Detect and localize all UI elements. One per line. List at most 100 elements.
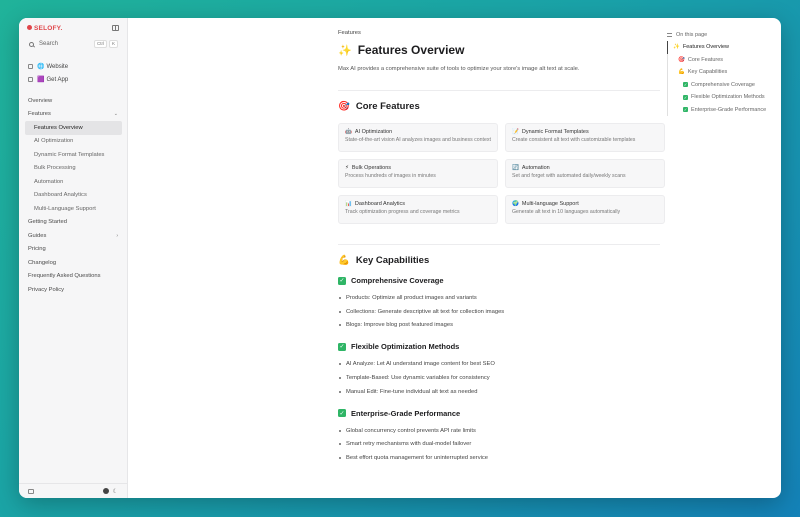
card-title-text: Dynamic Format Templates — [521, 129, 589, 135]
card-title: 📊 Dashboard Analytics — [345, 201, 491, 207]
card-title: ⚡ Bulk Operations — [345, 165, 491, 171]
sidebar-item-faq[interactable]: Frequently Asked Questions — [25, 270, 122, 284]
toc-item-label: Comprehensive Coverage — [691, 81, 755, 88]
card-title: 📝 Dynamic Format Templates — [512, 129, 658, 135]
sidebar-item-label: Dashboard Analytics — [34, 192, 87, 199]
list-icon — [667, 33, 672, 37]
check-icon: ✓ — [338, 342, 346, 351]
toc-item-flexible-optimization-methods[interactable]: ✓ Flexible Optimization Methods — [667, 91, 777, 104]
sidebar-item-features[interactable]: Features ⌄ — [25, 108, 122, 122]
toc-item-enterprise-grade-performance[interactable]: ✓ Enterprise-Grade Performance — [667, 103, 777, 116]
bullet-list: AI Analyze: Let AI understand image cont… — [338, 357, 660, 398]
target-icon: 🎯 — [678, 56, 685, 63]
subheading-text: Enterprise-Grade Performance — [351, 408, 461, 418]
theme-toggle-icon[interactable]: ☾ — [113, 488, 118, 495]
sidebar-item-label: Pricing — [28, 246, 46, 253]
card-description: State-of-the-art vision AI analyzes imag… — [345, 137, 491, 143]
target-icon: 🎯 — [338, 101, 350, 112]
sidebar-item-getting-started[interactable]: Getting Started — [25, 216, 122, 230]
brand-name: SELOFY. — [34, 24, 63, 32]
subheading-enterprise-grade-performance: ✓ Enterprise-Grade Performance — [338, 409, 660, 418]
feature-card-multi-language-support[interactable]: 🌍 Multi-language Support Generate alt tex… — [505, 195, 665, 224]
sidebar-item-label: Dynamic Format Templates — [34, 151, 105, 158]
sidebar-nav: Overview Features ⌄ Features Overview AI … — [25, 94, 122, 297]
sidebar-link-get-app[interactable]: 🟪 Get App — [28, 75, 68, 84]
toc-item-label: Features Overview — [682, 44, 730, 51]
globe-icon: 🌍 — [512, 201, 519, 207]
feedback-icon[interactable] — [28, 488, 34, 494]
robot-icon: 🤖 — [345, 129, 352, 135]
card-description: Generate alt text in 10 languages automa… — [512, 209, 621, 215]
list-item: Blogs: Improve blog post featured images — [338, 319, 660, 333]
divider — [338, 90, 660, 91]
sidebar-item-label: Automation — [34, 178, 64, 185]
feature-card-dashboard-analytics[interactable]: 📊 Dashboard Analytics Track optimization … — [338, 195, 498, 224]
sidebar-item-label: Overview — [28, 97, 53, 104]
toc-heading-text: On this page — [676, 32, 708, 38]
card-title-text: Dashboard Analytics — [354, 201, 405, 207]
card-title-text: Automation — [521, 165, 550, 171]
card-description: Create consistent alt text with customiz… — [512, 137, 636, 143]
breadcrumb[interactable]: Features — [338, 30, 660, 36]
sidebar-item-label: Changelog — [28, 259, 57, 266]
section-heading-text: Key Capabilities — [355, 255, 430, 266]
feature-card-dynamic-format-templates[interactable]: 📝 Dynamic Format Templates Create consist… — [505, 123, 665, 152]
sidebar-item-label: Features Overview — [34, 124, 83, 131]
lightning-icon: ⚡ — [345, 165, 349, 171]
sidebar-item-pricing[interactable]: Pricing — [25, 243, 122, 257]
sidebar-link-website[interactable]: 🌐 Website — [28, 62, 68, 71]
toc-item-comprehensive-coverage[interactable]: ✓ Comprehensive Coverage — [667, 78, 777, 91]
sidebar-item-ai-optimization[interactable]: AI Optimization — [25, 135, 122, 149]
subheading-comprehensive-coverage: ✓ Comprehensive Coverage — [338, 276, 660, 285]
sidebar-item-features-overview[interactable]: Features Overview — [25, 121, 122, 135]
list-item: Products: Optimize all product images an… — [338, 291, 660, 305]
sidebar-item-bulk-processing[interactable]: Bulk Processing — [25, 162, 122, 176]
section-heading-text: Core Features — [355, 101, 420, 112]
flexed-arm-icon: 💪 — [678, 69, 685, 76]
sparkles-icon: ✨ — [673, 44, 680, 51]
sidebar-link-label: Get App — [46, 76, 69, 83]
feature-card-ai-optimization[interactable]: 🤖 AI Optimization State-of-the-art vision… — [338, 123, 498, 152]
bullet-list: Global concurrency control prevents API … — [338, 424, 660, 465]
list-item: Collections: Generate descriptive alt te… — [338, 305, 660, 319]
github-icon[interactable] — [102, 488, 109, 494]
brand-logo[interactable]: SELOFY. — [27, 25, 63, 32]
check-icon: ✓ — [683, 94, 688, 100]
card-title-text: Multi-language Support — [521, 201, 579, 207]
article: Features ✨ Features Overview Max AI prov… — [338, 30, 665, 465]
feature-card-bulk-operations[interactable]: ⚡ Bulk Operations Process hundreds of ima… — [338, 159, 498, 188]
footer-actions: ☾ — [102, 488, 118, 495]
card-description: Process hundreds of images in minutes — [345, 173, 436, 179]
sidebar-item-dynamic-format-templates[interactable]: Dynamic Format Templates — [25, 148, 122, 162]
toc-item-features-overview[interactable]: ✨ Features Overview — [667, 41, 777, 54]
sidebar-item-automation[interactable]: Automation — [25, 175, 122, 189]
feature-card-grid: 🤖 AI Optimization State-of-the-art vision… — [338, 123, 665, 224]
list-item: Template-Based: Use dynamic variables fo… — [338, 371, 660, 385]
toc-item-key-capabilities[interactable]: 💪 Key Capabilities — [667, 66, 777, 79]
toc-item-label: Enterprise-Grade Performance — [691, 106, 767, 113]
list-item: Manual Edit: Fine-tune individual alt te… — [338, 385, 660, 399]
sidebar-item-guides[interactable]: Guides › — [25, 229, 122, 243]
sidebar-item-privacy-policy[interactable]: Privacy Policy — [25, 283, 122, 297]
sidebar-collapse-icon[interactable] — [112, 25, 119, 31]
card-title: 🌍 Multi-language Support — [512, 201, 658, 207]
flexed-arm-icon: 💪 — [338, 255, 350, 266]
sidebar-item-dashboard-analytics[interactable]: Dashboard Analytics — [25, 189, 122, 203]
card-title: 🤖 AI Optimization — [345, 129, 491, 135]
sidebar-item-changelog[interactable]: Changelog — [25, 256, 122, 270]
card-title: 🔄 Automation — [512, 165, 658, 171]
app-icon: 🟪 — [37, 77, 45, 83]
sidebar-item-overview[interactable]: Overview — [25, 94, 122, 108]
check-icon: ✓ — [338, 276, 346, 285]
toc-item-core-features[interactable]: 🎯 Core Features — [667, 53, 777, 66]
sidebar-item-multi-language-support[interactable]: Multi-Language Support — [25, 202, 122, 216]
check-icon: ✓ — [683, 107, 688, 113]
subheading-flexible-optimization-methods: ✓ Flexible Optimization Methods — [338, 342, 660, 351]
feature-card-automation[interactable]: 🔄 Automation Set and forget with automate… — [505, 159, 665, 188]
search-icon — [29, 41, 34, 47]
sidebar-footer: ☾ — [19, 483, 127, 498]
check-icon: ✓ — [683, 82, 688, 88]
search-input[interactable]: Search Ctrl K — [25, 38, 122, 50]
globe-icon: 🌐 — [37, 64, 45, 70]
chevron-down-icon: ⌄ — [113, 111, 118, 118]
